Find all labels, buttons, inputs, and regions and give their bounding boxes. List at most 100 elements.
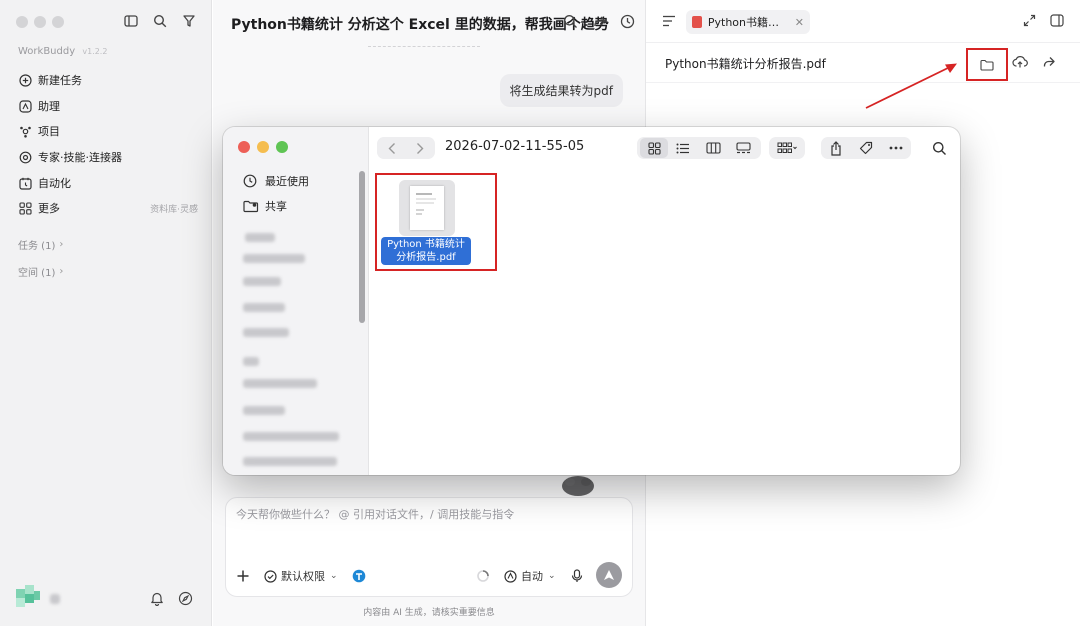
chat-input-placeholder[interactable]: 今天帮你做些什么？ @ 引用对话文件，/ 调用技能与指令 [236, 506, 514, 522]
history-icon[interactable] [620, 14, 636, 30]
sidebar-scrollbar[interactable] [359, 171, 365, 323]
send-button[interactable] [596, 562, 622, 588]
mode-label: 自动 [521, 570, 543, 583]
finder-window: 最近使用 共享 2026-07-02-11-55-05 Python 书籍统计分… [223, 127, 960, 475]
add-attachment-button[interactable] [236, 566, 250, 586]
blurred-sidebar-item [243, 379, 317, 388]
panel-toggle-icon[interactable] [1050, 14, 1064, 27]
send-arrow-icon [603, 569, 615, 581]
permission-label: 默认权限 [281, 570, 325, 583]
section-tasks[interactable]: 任务 (1) › [18, 235, 63, 253]
model-logo-icon[interactable] [352, 566, 366, 586]
forward-chevron-icon[interactable] [406, 142, 434, 155]
nav-buttons [377, 137, 435, 159]
pdf-file-icon [692, 16, 702, 28]
sidebar-item-label: 助理 [38, 100, 60, 113]
microphone-icon[interactable] [571, 566, 583, 586]
selected-file-highlight: Python 书籍统计分析报告.pdf [375, 173, 497, 271]
ai-disclaimer: 内容由 AI 生成，请核实重要信息 [363, 608, 495, 618]
auto-mode-icon [504, 569, 517, 583]
compass-icon[interactable] [178, 591, 193, 606]
finder-sidebar-label: 最近使用 [265, 175, 309, 188]
sidebar-item-label: 更多 [38, 202, 60, 215]
sidebar-item-label: 自动化 [38, 177, 71, 190]
blurred-sidebar-item [243, 254, 305, 263]
blurred-sidebar-item [245, 233, 275, 242]
window-zoom-dot[interactable] [276, 141, 288, 153]
page-title: Python书籍统计 分析这个 Excel 里的数据，帮我画个趋势 [231, 17, 609, 33]
finder-sidebar-item-shared[interactable]: 共享 [243, 195, 287, 217]
file-title: Python书籍统计分析报告.pdf [665, 57, 826, 71]
column-view-icon[interactable] [698, 142, 728, 154]
chevron-down-icon: ⌄ [330, 571, 338, 581]
expand-icon[interactable] [1023, 14, 1036, 27]
list-view-icon[interactable] [668, 143, 698, 154]
window-zoom-dot[interactable] [52, 16, 64, 28]
shield-check-icon [264, 569, 277, 583]
close-icon[interactable]: ✕ [787, 16, 804, 29]
group-by-button[interactable] [769, 137, 805, 159]
filter-icon[interactable] [182, 14, 196, 28]
sidebar-item-label: 新建任务 [38, 74, 82, 87]
shared-folder-icon [243, 200, 259, 213]
tab-pdf-preview[interactable]: Python书籍统计分析报告.pdf ✕ [686, 10, 810, 34]
app-version: v1.2.2 [82, 47, 108, 56]
section-spaces[interactable]: 空间 (1) › [18, 262, 63, 280]
sidebar-item-assistant[interactable]: 助理 [18, 95, 198, 117]
gallery-view-icon[interactable] [728, 142, 758, 154]
search-icon[interactable] [563, 14, 579, 30]
share-icon[interactable] [592, 14, 608, 30]
sidebar-toggle-icon[interactable] [124, 14, 138, 28]
finder-sidebar-item-recents[interactable]: 最近使用 [243, 170, 309, 192]
sidebar-item-experts[interactable]: 专家·技能·连接器 [18, 146, 198, 168]
upload-cloud-icon[interactable] [1012, 55, 1028, 69]
sidebar-item-label: 项目 [38, 125, 60, 138]
avatar[interactable] [16, 585, 42, 611]
file-name-label[interactable]: Python 书籍统计分析报告.pdf [381, 237, 471, 265]
view-mode-group [637, 137, 761, 159]
window-close-dot[interactable] [16, 16, 28, 28]
chevron-right-icon: › [59, 238, 64, 250]
expert-icon [18, 150, 32, 164]
icon-view-icon[interactable] [640, 138, 668, 158]
plus-icon [236, 569, 250, 583]
finder-search-icon[interactable] [927, 137, 951, 159]
group-grid-icon [777, 142, 797, 154]
back-chevron-icon[interactable] [378, 142, 406, 155]
automation-icon [18, 176, 32, 190]
share-icon[interactable] [1041, 55, 1056, 69]
username-blurred [50, 594, 60, 604]
mode-select[interactable]: 自动 ⌄ [504, 566, 556, 586]
app-name: WorkBuddy v1.2.2 [18, 46, 107, 57]
app-name-text: WorkBuddy [18, 46, 76, 57]
sidebar-item-automation[interactable]: 自动化 [18, 172, 198, 194]
window-minimize-dot[interactable] [257, 141, 269, 153]
search-icon[interactable] [153, 14, 167, 28]
annotation-arrow [865, 63, 957, 109]
menu-icon[interactable] [662, 15, 676, 27]
section-label: 任务 (1) [18, 240, 56, 252]
chat-input-box[interactable]: 今天帮你做些什么？ @ 引用对话文件，/ 调用技能与指令 默认权限 ⌄ 自动 ⌄ [225, 497, 633, 597]
sidebar-item-more[interactable]: 更多 资料库·灵感 [18, 197, 198, 219]
sidebar-item-label: 专家·技能·连接器 [38, 151, 122, 164]
window-close-dot[interactable] [238, 141, 250, 153]
divider [646, 42, 1080, 43]
pdf-thumbnail[interactable] [399, 180, 455, 236]
folder-icon [980, 59, 994, 71]
more-ellipsis-icon[interactable] [881, 146, 911, 150]
folder-path: 2026-07-02-11-55-05 [445, 139, 585, 154]
permission-select[interactable]: 默认权限 ⌄ [264, 566, 338, 586]
open-folder-button[interactable] [966, 48, 1008, 81]
share-upload-icon[interactable] [821, 140, 851, 156]
sidebar-item-project[interactable]: 项目 [18, 120, 198, 142]
tab-label: Python书籍统计分析报告.pdf [707, 16, 787, 29]
tag-icon[interactable] [851, 141, 881, 155]
sidebar-item-new-task[interactable]: 新建任务 [18, 69, 198, 91]
blurred-sidebar-item [243, 457, 337, 466]
sidebar-item-hint: 资料库·灵感 [150, 204, 198, 215]
bell-icon[interactable] [150, 591, 164, 606]
window-minimize-dot[interactable] [34, 16, 46, 28]
action-group [821, 137, 911, 159]
blurred-sidebar-item [243, 357, 259, 366]
chevron-right-icon: › [59, 265, 64, 277]
